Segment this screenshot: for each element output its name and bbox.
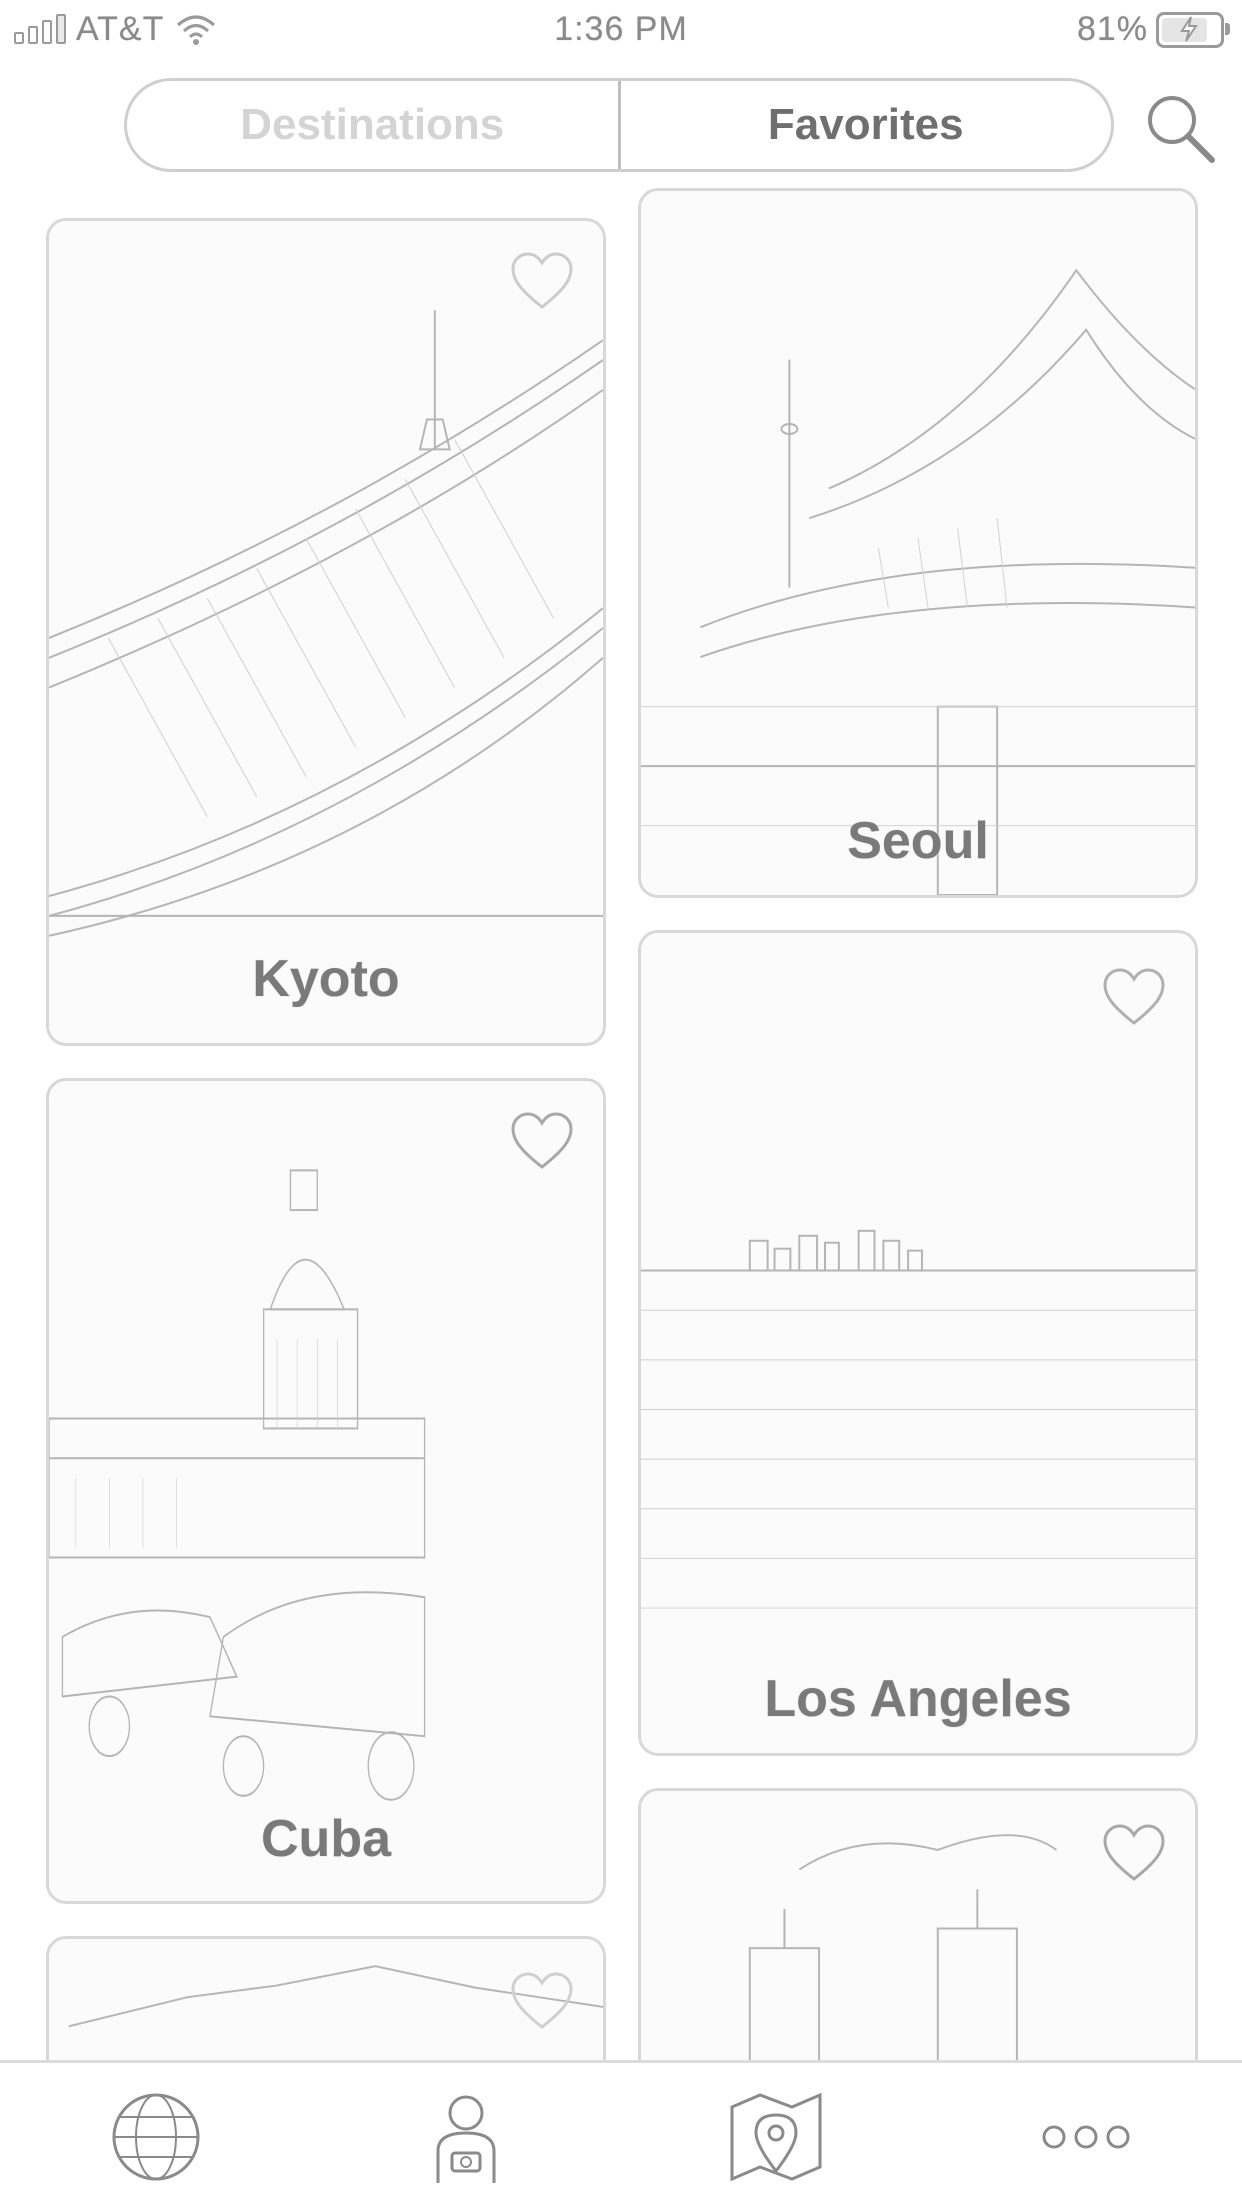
bottom-tab-bar xyxy=(0,2060,1242,2211)
tab-favorites[interactable]: Favorites xyxy=(617,81,1112,169)
clock: 1:36 PM xyxy=(554,10,688,48)
status-bar: AT&T 1:36 PM 81% xyxy=(0,0,1242,62)
tab-destinations[interactable]: Destinations xyxy=(127,81,618,169)
search-button[interactable] xyxy=(1140,88,1220,168)
heart-outline-icon[interactable] xyxy=(509,251,575,311)
search-icon xyxy=(1148,96,1215,163)
destination-card-seoul[interactable]: Seoul xyxy=(638,188,1198,898)
tab-more[interactable] xyxy=(1036,2087,1136,2187)
battery-charging-icon xyxy=(1156,11,1230,48)
heart-outline-icon[interactable] xyxy=(1101,967,1167,1027)
globe-icon xyxy=(112,2093,200,2181)
heart-outline-icon[interactable] xyxy=(1101,1823,1167,1883)
heart-outline-icon[interactable] xyxy=(509,1971,575,2031)
tab-profile[interactable] xyxy=(416,2087,516,2187)
tab-destinations-globe[interactable] xyxy=(106,2087,206,2187)
cuba-capitol-image xyxy=(49,1169,426,1801)
segmented-control: Destinations Favorites xyxy=(124,78,1114,172)
seoul-palace-image xyxy=(641,268,1195,895)
traveler-icon xyxy=(436,2095,496,2183)
battery-percent: 81% xyxy=(1076,10,1148,48)
kyoto-pagoda-image xyxy=(49,310,603,937)
map-pin-icon xyxy=(730,2092,822,2182)
destination-card-los-angeles[interactable]: Los Angeles xyxy=(638,930,1198,1756)
more-dots-icon xyxy=(1042,2125,1130,2149)
destination-card-cuba[interactable]: Cuba xyxy=(46,1078,606,1904)
status-right: 81% xyxy=(1076,10,1230,49)
card-label-kyoto: Kyoto xyxy=(252,950,400,1008)
card-label-cuba: Cuba xyxy=(261,1810,391,1868)
card-label-los-angeles: Los Angeles xyxy=(764,1670,1072,1728)
los-angeles-skyline-image xyxy=(641,1229,1195,1609)
heart-outline-icon[interactable] xyxy=(509,1111,575,1171)
destination-card-kyoto[interactable]: Kyoto xyxy=(46,218,606,1046)
tab-map[interactable] xyxy=(726,2087,826,2187)
card-label-seoul: Seoul xyxy=(847,812,989,870)
